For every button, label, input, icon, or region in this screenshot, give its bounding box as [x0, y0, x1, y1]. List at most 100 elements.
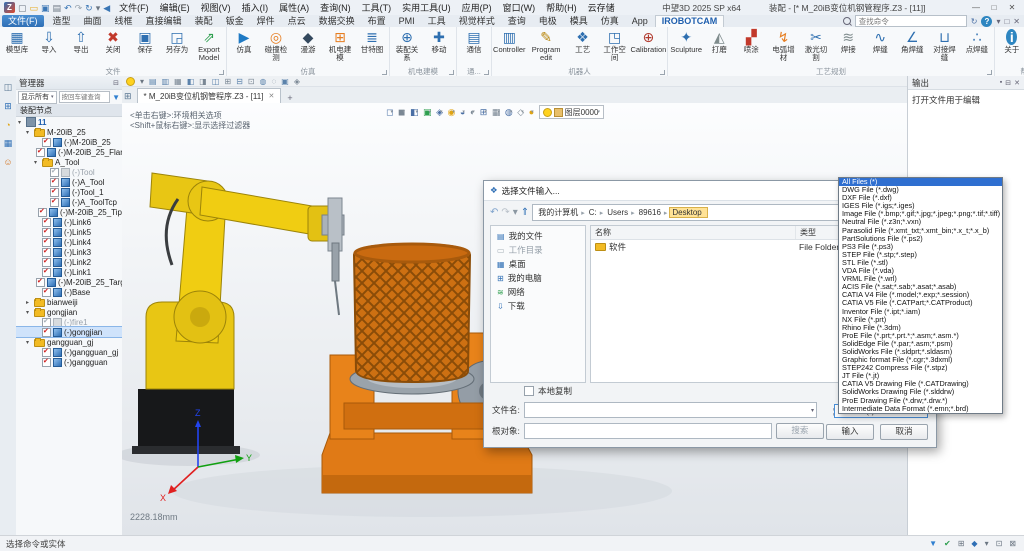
visibility-checkbox[interactable]: [42, 328, 51, 337]
visibility-checkbox[interactable]: [42, 288, 51, 297]
auto-hide-icon[interactable]: ▪: [1000, 79, 1002, 87]
help-icon[interactable]: ?: [981, 16, 992, 27]
tree-item-3[interactable]: (-)M-20iB_25_Flange: [16, 147, 122, 157]
menu-item-1[interactable]: 编辑(E): [155, 0, 195, 15]
ribbon-button-arc-additive[interactable]: ↯电弧增材: [767, 28, 800, 66]
grid-icon[interactable]: ⊞▾: [480, 107, 487, 118]
filetype-option-4[interactable]: Image File (*.bmp;*.gif;*.jpg;*.jpeg;*.p…: [839, 210, 1002, 218]
filetype-option-0[interactable]: All Files (*): [839, 178, 1002, 186]
close-icon[interactable]: ✕: [1004, 3, 1020, 12]
caret-open-icon[interactable]: ▾: [34, 159, 40, 166]
filetype-option-25[interactable]: CATIA V5 Drawing File (*.CATDrawing): [839, 380, 1002, 388]
layer-visibility-bulb-icon[interactable]: [543, 108, 552, 117]
caret-icon[interactable]: ▾: [985, 539, 989, 548]
place-work-dir[interactable]: ▭工作目录: [491, 243, 585, 257]
bulb-icon[interactable]: [126, 77, 135, 86]
tree-item-17[interactable]: (-)Base: [16, 287, 122, 297]
tree-item-21[interactable]: (-)gongjian: [16, 327, 122, 337]
menu-item-5[interactable]: 查询(N): [315, 0, 356, 15]
appearance-icon[interactable]: ◍▾: [505, 107, 512, 118]
view-orient-icon[interactable]: ◉▾: [448, 107, 455, 118]
filetype-option-26[interactable]: SolidWorks Drawing File (*.slddrw): [839, 388, 1002, 396]
filetype-option-5[interactable]: Neutral File (*.z3n;*.vxn): [839, 218, 1002, 226]
tree-item-13[interactable]: (-)Link3: [16, 247, 122, 257]
ribbon-tab-17[interactable]: 仿真: [595, 15, 625, 27]
section-view-icon[interactable]: ◒▾: [460, 107, 465, 117]
tree-item-6[interactable]: (-)A_Tool: [16, 177, 122, 187]
tree-item-7[interactable]: (-)Tool_1: [16, 187, 122, 197]
ribbon-button-fillet-weld[interactable]: ∠角焊缝: [896, 28, 928, 66]
tree-item-4[interactable]: ▾A_Tool: [16, 157, 122, 167]
menu-item-3[interactable]: 插入(I): [237, 0, 274, 15]
da-icon-9[interactable]: ⊡: [248, 77, 255, 86]
tree-item-12[interactable]: (-)Link4: [16, 237, 122, 247]
ribbon-button-butt-weld[interactable]: ⊔对接焊缝: [928, 28, 961, 66]
ribbon-tab-8[interactable]: 点云: [282, 15, 312, 27]
filetype-option-13[interactable]: ACIS File (*.sat;*.sab;*.asat;*.asab): [839, 283, 1002, 291]
search-button[interactable]: 搜索: [776, 423, 824, 439]
ok-filter-icon[interactable]: ✔: [944, 539, 951, 548]
dialog-launcher-icon[interactable]: [660, 70, 665, 75]
ribbon-button-gantt-chart[interactable]: ≣甘特图: [356, 28, 388, 66]
ribbon-tab-15[interactable]: 电极: [533, 15, 563, 27]
command-search-input[interactable]: [855, 15, 967, 27]
da-icon-2[interactable]: ▥: [162, 77, 170, 86]
filetype-option-11[interactable]: VDA File (*.vda): [839, 267, 1002, 275]
ribbon-button-program-edit[interactable]: ✎Program edit: [526, 28, 567, 66]
column-header-0[interactable]: 名称: [591, 226, 796, 239]
visibility-checkbox[interactable]: [42, 218, 51, 227]
ribbon-button-workspace[interactable]: ◳工作空间: [599, 28, 631, 66]
dialog-launcher-icon[interactable]: [449, 70, 454, 75]
print-icon[interactable]: ▤: [53, 3, 62, 13]
filetype-option-15[interactable]: CATIA V5 File (*.CATPart;*.CATProduct): [839, 299, 1002, 307]
visibility-checkbox[interactable]: [50, 178, 59, 187]
chevron-down-icon[interactable]: ▾: [484, 109, 487, 115]
visibility-checkbox[interactable]: [36, 148, 45, 157]
breadcrumb[interactable]: 我的计算机C:Users89616Desktop∨: [532, 204, 853, 221]
regen-icon[interactable]: ↻: [85, 3, 93, 13]
filetype-option-19[interactable]: ProE File (*.prt;*.prt.*;*.asm;*.asm.*): [839, 332, 1002, 340]
ribbon-tab-18[interactable]: App: [626, 15, 654, 27]
place-my-documents[interactable]: ▤我的文件: [491, 229, 585, 243]
filetype-option-10[interactable]: STL File (*.stl): [839, 259, 1002, 267]
ribbon-button-close-file[interactable]: ✖关闭: [97, 28, 129, 66]
filetype-option-6[interactable]: Parasolid File (*.xmt_txt;*.xmt_bin;*.x_…: [839, 227, 1002, 235]
up-folder-icon[interactable]: ⇑: [521, 207, 529, 218]
tree-item-1[interactable]: ▾M-20iB_25: [16, 127, 122, 137]
ribbon-button-export-model[interactable]: ⇗Export Model: [193, 28, 225, 66]
chevron-down-icon[interactable]: ▾: [597, 109, 600, 115]
tree-item-2[interactable]: (-)M-20iB_25: [16, 137, 122, 147]
ribbon-tab-9[interactable]: 数据交换: [313, 15, 361, 27]
close-tab-icon[interactable]: ✕: [268, 92, 274, 100]
selection-filter-icon[interactable]: ▤: [149, 77, 157, 86]
ribbon-tab-0[interactable]: 文件(F): [2, 15, 44, 27]
forward-icon[interactable]: ↷: [501, 207, 509, 218]
ribbon-button-import[interactable]: ⇩导入: [33, 28, 65, 66]
tree-item-22[interactable]: ▾gangguan_gj: [16, 337, 122, 347]
menu-item-8[interactable]: 应用(P): [457, 0, 497, 15]
tree-item-0[interactable]: ▾11: [16, 117, 122, 127]
da-icon-6[interactable]: ◫: [212, 77, 220, 86]
ribbon-tab-14[interactable]: 查询: [502, 15, 532, 27]
visibility-checkbox[interactable]: [42, 348, 51, 357]
ok-button[interactable]: 输入: [826, 424, 874, 440]
tree-item-18[interactable]: ▸bianweiji: [16, 297, 122, 307]
ribbon-button-save-as[interactable]: ◲另存为: [161, 28, 193, 66]
close-icon[interactable]: ✕: [1014, 79, 1020, 87]
breadcrumb-item-1[interactable]: C:: [587, 208, 606, 217]
filename-input[interactable]: [524, 402, 817, 418]
da-icon-11[interactable]: ◌: [271, 77, 276, 86]
menu-item-11[interactable]: 云存储: [583, 0, 620, 15]
chevron-down-icon[interactable]: ▾: [811, 407, 814, 414]
chevron-down-icon[interactable]: ▾: [472, 109, 475, 115]
ribbon-button-laser-cut[interactable]: ✂激光切割: [800, 28, 833, 66]
dialog-launcher-icon[interactable]: [987, 70, 992, 75]
customize-caret-icon[interactable]: ▾: [96, 3, 101, 13]
tree-item-8[interactable]: (-)A_ToolTcp: [16, 197, 122, 207]
visibility-checkbox[interactable]: [42, 358, 51, 367]
ribbon-tab-7[interactable]: 焊件: [251, 15, 281, 27]
place-network[interactable]: ≋网络: [491, 285, 585, 299]
filetype-option-18[interactable]: Rhino File (*.3dm): [839, 324, 1002, 332]
da-caret-icon[interactable]: ▾: [140, 77, 144, 86]
visibility-checkbox[interactable]: [50, 168, 59, 177]
